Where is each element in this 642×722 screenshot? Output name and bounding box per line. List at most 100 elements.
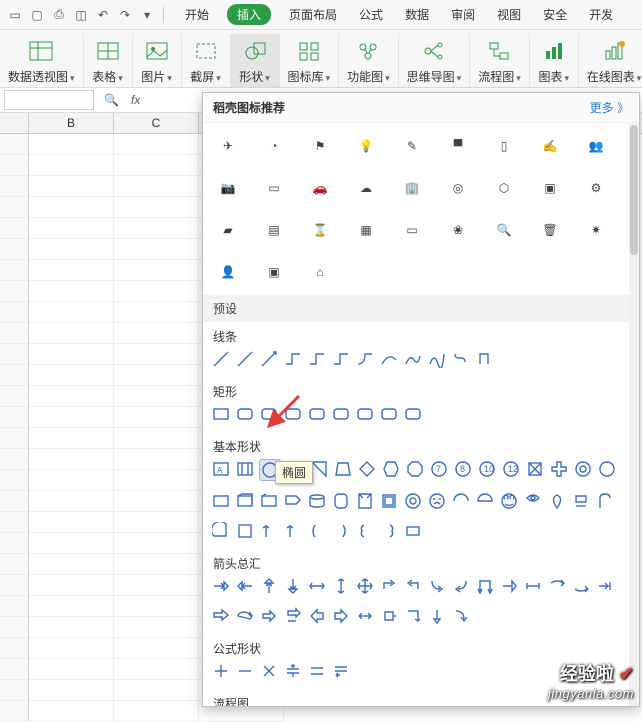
tab-审阅[interactable]: 审阅 [447, 4, 479, 25]
rec-hourglass-icon[interactable]: ⌛ [309, 219, 331, 241]
cell[interactable] [114, 554, 199, 575]
shape-item[interactable] [331, 661, 351, 681]
ribbon-online-chart[interactable]: 在线图表▾ [579, 34, 642, 87]
cell[interactable] [114, 428, 199, 449]
shape-item[interactable] [427, 576, 447, 596]
cell[interactable] [114, 638, 199, 659]
tab-安全[interactable]: 安全 [539, 4, 571, 25]
cell[interactable] [29, 176, 114, 197]
col-B[interactable]: B [29, 113, 114, 133]
shape-item[interactable] [235, 606, 255, 626]
cell[interactable] [114, 491, 199, 512]
shape-item[interactable] [379, 521, 399, 541]
row-head[interactable] [0, 533, 29, 554]
cell[interactable] [29, 365, 114, 386]
shape-item[interactable] [547, 491, 567, 511]
cell[interactable] [114, 239, 199, 260]
row-head[interactable] [0, 407, 29, 428]
rec-trash-icon[interactable]: 🗑 [539, 219, 561, 241]
shape-item[interactable] [597, 459, 617, 479]
cell[interactable] [29, 617, 114, 638]
shape-item[interactable] [381, 459, 401, 479]
row-head[interactable] [0, 596, 29, 617]
tab-公式[interactable]: 公式 [355, 4, 387, 25]
shape-item[interactable] [259, 349, 279, 369]
shape-item[interactable] [235, 349, 255, 369]
ribbon-flowchart[interactable]: 流程图▾ [470, 34, 530, 87]
shape-item[interactable] [259, 606, 279, 626]
shape-item[interactable] [379, 576, 399, 596]
rec-pie-icon[interactable]: ◔ [263, 135, 285, 157]
cell[interactable] [114, 617, 199, 638]
ribbon-mindmap[interactable]: 思维导图▾ [399, 34, 471, 87]
shape-item[interactable] [403, 349, 423, 369]
shape-item[interactable] [333, 459, 353, 479]
col-C[interactable]: C [114, 113, 199, 133]
rec-wallet-icon[interactable]: ▭ [263, 177, 285, 199]
cell[interactable] [114, 155, 199, 176]
shape-item[interactable] [283, 661, 303, 681]
tab-页面布局[interactable]: 页面布局 [285, 4, 341, 25]
shape-item[interactable] [283, 606, 303, 626]
shape-item[interactable] [427, 491, 447, 511]
shape-item[interactable] [211, 349, 231, 369]
shape-item[interactable] [259, 404, 279, 424]
shape-item[interactable] [355, 404, 375, 424]
shape-item[interactable] [403, 491, 423, 511]
tab-插入[interactable]: 插入 [227, 4, 271, 25]
shape-item[interactable] [307, 521, 327, 541]
shape-item[interactable] [235, 661, 255, 681]
cell[interactable] [114, 218, 199, 239]
cell[interactable] [114, 407, 199, 428]
row-head[interactable] [0, 134, 29, 155]
row-head[interactable] [0, 617, 29, 638]
ribbon-table[interactable]: 表格▾ [84, 34, 133, 87]
shape-item[interactable] [475, 349, 495, 369]
shape-item[interactable]: 7 [429, 459, 449, 479]
shape-item[interactable] [595, 491, 615, 511]
cell[interactable] [114, 680, 199, 701]
shape-item[interactable] [307, 491, 327, 511]
print-icon[interactable]: ⎙ [50, 6, 68, 24]
shape-item[interactable] [405, 459, 425, 479]
shape-item[interactable] [499, 491, 519, 511]
cell[interactable] [114, 659, 199, 680]
tab-数据[interactable]: 数据 [401, 4, 433, 25]
rec-building-icon[interactable]: 🏢 [401, 177, 423, 199]
cell[interactable] [29, 344, 114, 365]
shape-item[interactable]: A [211, 459, 231, 479]
shape-item[interactable]: 8 [453, 459, 473, 479]
shape-item[interactable] [499, 576, 519, 596]
shape-item[interactable] [523, 576, 543, 596]
shape-item[interactable] [307, 349, 327, 369]
cell[interactable] [114, 386, 199, 407]
shape-item[interactable] [379, 491, 399, 511]
shape-item[interactable] [475, 576, 495, 596]
cell[interactable] [29, 449, 114, 470]
shape-item[interactable] [235, 459, 255, 479]
rec-hex-icon[interactable]: ⬡ [493, 177, 515, 199]
shape-item[interactable] [211, 404, 231, 424]
shape-item[interactable]: 10 [477, 459, 497, 479]
shape-item[interactable] [355, 491, 375, 511]
cell[interactable] [29, 302, 114, 323]
cell[interactable] [29, 155, 114, 176]
rec-tree-icon[interactable]: ❀ [447, 219, 469, 241]
cell[interactable] [29, 596, 114, 617]
shape-item[interactable] [549, 459, 569, 479]
rec-gear-icon[interactable]: ⚙ [585, 177, 607, 199]
shape-item[interactable] [525, 459, 545, 479]
cell[interactable] [29, 218, 114, 239]
rec-calendar-icon[interactable]: ▦ [355, 219, 377, 241]
cell[interactable] [114, 344, 199, 365]
row-head[interactable] [0, 638, 29, 659]
rec-contact-icon[interactable]: ▣ [539, 177, 561, 199]
cell[interactable] [29, 281, 114, 302]
shape-item[interactable] [427, 606, 447, 626]
shape-item[interactable] [595, 576, 615, 596]
cell[interactable] [114, 197, 199, 218]
cell[interactable] [29, 407, 114, 428]
cell[interactable] [29, 239, 114, 260]
ribbon-icon-lib[interactable]: 图标库▾ [280, 34, 340, 87]
cell[interactable] [29, 323, 114, 344]
